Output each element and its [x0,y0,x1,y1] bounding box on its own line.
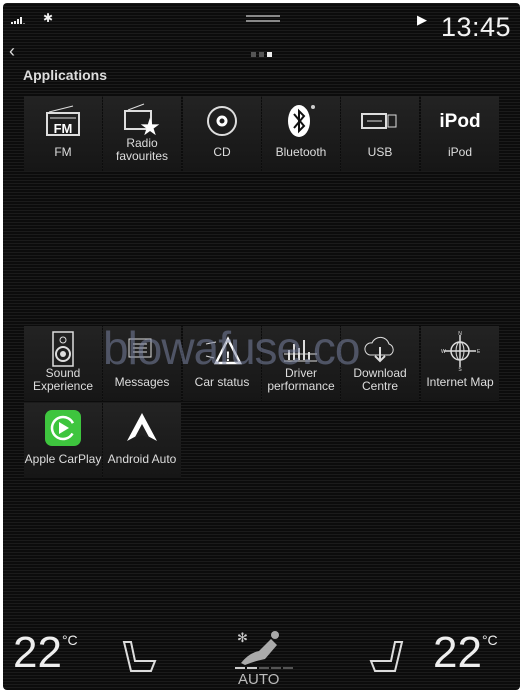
app-label: Car status [194,375,250,389]
cd-icon [205,100,239,142]
app-tile-fm[interactable]: FM FM [24,96,102,171]
bluetooth-status-icon: ✱ [43,11,54,25]
app-tile-internet-map[interactable]: N S W E Internet Map [421,326,499,401]
app-tile-apple-carplay[interactable]: Apple CarPlay [24,403,102,478]
car-warning-icon: ! [202,330,242,372]
svg-text:FM: FM [54,121,73,136]
app-label: CD [213,145,231,159]
left-temp-unit: °C [61,632,78,648]
app-label: Download Centre [353,366,407,393]
svg-text:S: S [458,367,462,371]
left-temp-value: 22 [13,628,62,677]
svg-text:N: N [458,331,462,337]
right-seat-icon[interactable] [367,639,405,675]
fan-level [235,667,293,669]
pull-down-handle[interactable] [246,15,280,22]
usb-icon [360,100,400,142]
cloud-download-icon [362,330,398,367]
airflow-fan-icon[interactable]: ✻ [235,629,285,667]
signal-strength-icon [11,17,25,24]
app-tile-sound-experience[interactable]: Sound Experience [24,326,102,401]
bar-chart-icon [281,330,321,367]
app-label: Radio favourites [115,136,169,163]
app-label: Driver performance [267,366,335,393]
infotainment-screen: ✱ ▶ 13:45 ‹ Applications FM FM ★ Radio favo… [3,3,520,690]
app-label: Messages [114,375,170,389]
right-temperature[interactable]: 22°C [433,628,498,678]
play-icon[interactable]: ▶ [417,12,427,28]
app-label: Sound Experience [32,366,94,393]
messages-icon [125,330,159,372]
app-label: Android Auto [107,452,177,466]
app-tile-bluetooth[interactable]: Bluetooth [262,96,340,171]
svg-text:E: E [477,349,480,355]
right-temp-unit: °C [481,632,498,648]
svg-text:✻: ✻ [237,630,248,645]
clock: 13:45 [441,12,512,42]
radio-star-icon: ★ [122,100,162,137]
ipod-icon: iPod [439,110,481,132]
svg-text:★: ★ [139,114,161,136]
app-tile-download-centre[interactable]: Download Centre [341,326,419,401]
app-label: Bluetooth [275,145,327,159]
app-tile-radio-favourites[interactable]: ★ Radio favourites [103,96,181,171]
section-title: Applications [23,67,108,83]
app-tile-usb[interactable]: USB [341,96,419,171]
app-label: Internet Map [426,375,494,389]
app-tile-cd[interactable]: CD [183,96,261,171]
bluetooth-icon [286,100,316,142]
android-auto-icon [125,407,159,449]
app-label: iPod [447,145,473,159]
svg-text:!: ! [226,348,231,364]
left-temperature[interactable]: 22°C [13,628,78,678]
page-indicator [251,52,272,57]
app-tile-android-auto[interactable]: Android Auto [103,403,181,478]
left-seat-icon[interactable] [121,639,159,675]
auto-climate-button[interactable]: AUTO [238,671,279,688]
right-temp-value: 22 [433,628,482,677]
carplay-icon [44,407,82,449]
speaker-icon [51,330,75,367]
app-tile-driver-performance[interactable]: Driver performance [262,326,340,401]
app-label: FM [54,145,72,159]
fm-radio-icon: FM [43,100,83,142]
app-label: USB [367,145,393,159]
svg-text:W: W [441,349,446,355]
app-tile-ipod[interactable]: iPod iPod [421,96,499,171]
app-tile-car-status[interactable]: ! Car status [183,326,261,401]
back-button[interactable]: ‹ [9,41,15,62]
app-label: Apple CarPlay [24,452,102,466]
compass-globe-icon: N S W E [440,330,480,372]
app-tile-messages[interactable]: Messages [103,326,181,401]
